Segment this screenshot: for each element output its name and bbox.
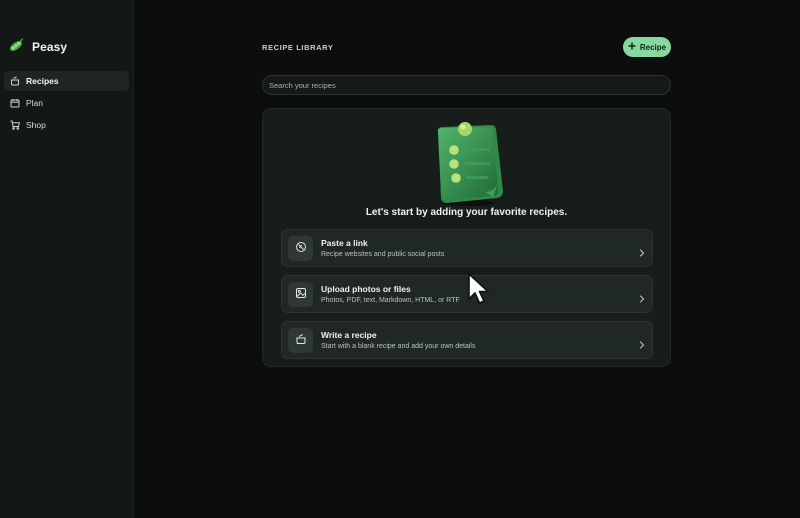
add-recipe-button[interactable]: Recipe <box>623 37 671 57</box>
link-icon <box>295 240 307 258</box>
option-subtitle: Photos, PDF, text, Markdown, HTML, or RT… <box>321 297 460 304</box>
sidebar-item-label: Shop <box>26 120 46 130</box>
write-recipe-option[interactable]: Write a recipe Start with a blank recipe… <box>281 321 653 359</box>
search-bar[interactable] <box>262 75 671 95</box>
empty-state-card: Let's start by adding your favorite reci… <box>262 108 671 367</box>
sidebar-item-label: Recipes <box>26 76 59 86</box>
add-recipe-label: Recipe <box>639 42 667 52</box>
calendar-icon <box>10 98 20 108</box>
pot-icon <box>295 332 307 350</box>
sidebar-nav: Recipes Plan Shop <box>4 71 129 137</box>
app-window: Peasy Recipes Plan Shop RECIPE LIBRARY R… <box>0 0 800 518</box>
search-input[interactable] <box>269 80 664 90</box>
cart-icon <box>10 120 20 130</box>
option-icon-box <box>288 282 313 307</box>
option-icon-box <box>288 236 313 261</box>
pot-icon <box>10 76 20 86</box>
sidebar-item-label: Plan <box>26 98 44 108</box>
empty-state-heading: Let's start by adding your favorite reci… <box>365 207 568 218</box>
option-subtitle: Recipe websites and public social posts <box>321 251 445 258</box>
page-title: RECIPE LIBRARY <box>262 43 334 52</box>
clipboard-illustration-icon <box>429 117 507 207</box>
option-subtitle: Start with a blank recipe and add your o… <box>321 343 476 350</box>
option-title: Paste a link <box>321 238 368 248</box>
sidebar-item-plan[interactable]: Plan <box>4 93 129 113</box>
image-icon <box>295 286 307 304</box>
plus-icon <box>628 42 636 52</box>
mouse-pointer-icon <box>467 272 493 308</box>
sidebar-item-shop[interactable]: Shop <box>4 115 129 135</box>
chevron-right-icon <box>639 244 645 262</box>
sidebar-item-recipes[interactable]: Recipes <box>4 71 129 91</box>
paste-link-option[interactable]: Paste a link Recipe websites and public … <box>281 229 653 267</box>
chevron-right-icon <box>639 336 645 354</box>
option-title: Upload photos or files <box>321 284 411 294</box>
peapod-logo-icon <box>8 37 24 58</box>
brand[interactable]: Peasy <box>8 37 68 58</box>
sidebar: Peasy Recipes Plan Shop <box>0 0 134 518</box>
chevron-right-icon <box>639 290 645 308</box>
brand-name: Peasy <box>32 40 68 54</box>
option-title: Write a recipe <box>321 330 377 340</box>
option-icon-box <box>288 328 313 353</box>
